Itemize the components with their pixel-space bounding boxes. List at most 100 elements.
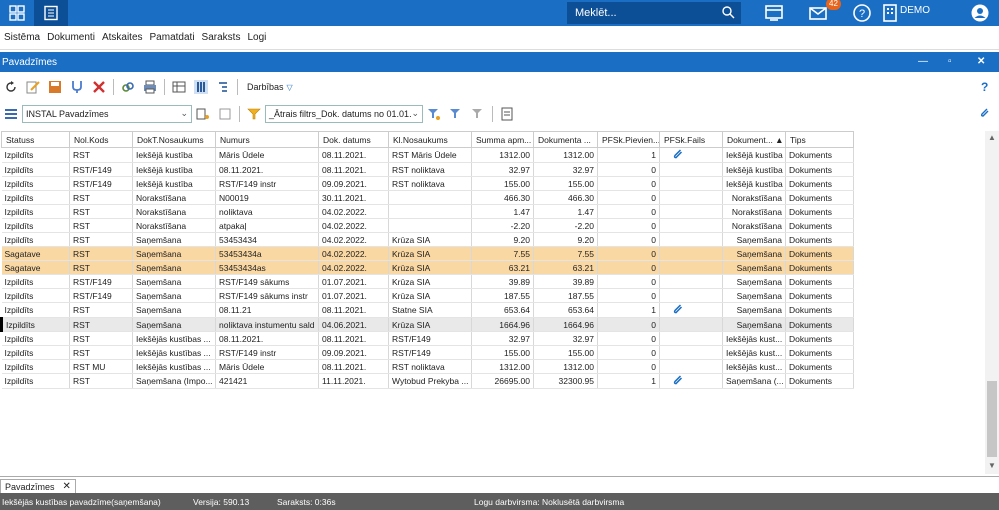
- search-icon[interactable]: [721, 5, 735, 19]
- scroll-up-icon[interactable]: ▲: [988, 133, 996, 142]
- cell-sum: -2.20: [471, 218, 534, 233]
- cell-date: 08.11.2021.: [318, 162, 389, 177]
- vertical-scrollbar[interactable]: ▲ ▼: [985, 131, 999, 474]
- column-header-date[interactable]: Dok. datums: [318, 131, 389, 148]
- table-row[interactable]: Izpildīts RST Iekšējā kustība Māris Ūdele 08…: [1, 147, 854, 163]
- scroll-down-icon[interactable]: ▼: [988, 461, 996, 470]
- table-row[interactable]: Izpildīts RST Saņemšana noliktava instument…: [0, 317, 854, 332]
- table-row[interactable]: Izpildīts RST Iekšējās kustības ... 08.11.2…: [1, 331, 854, 346]
- column-header-docname[interactable]: Dokument... ▲: [722, 131, 786, 148]
- column-header-client[interactable]: Kl.Nosaukums: [388, 131, 472, 148]
- table-row[interactable]: Izpildīts RST Norakstīšana N00019 30.11.2021…: [1, 190, 854, 205]
- cell-number: 08.11.2021.: [215, 331, 319, 346]
- filter-edit-icon[interactable]: [427, 107, 441, 121]
- apps-grid-button[interactable]: [0, 0, 34, 26]
- documents-button[interactable]: [34, 0, 68, 26]
- table-row[interactable]: Izpildīts RST Saņemšana 08.11.21 08.11.2021.…: [1, 302, 854, 318]
- tree-view-icon[interactable]: [216, 80, 230, 94]
- delete-icon[interactable]: [92, 80, 106, 94]
- cell-number: 53453434: [215, 232, 319, 247]
- print-icon[interactable]: [143, 80, 157, 94]
- columns-view-icon[interactable]: [194, 80, 208, 94]
- help-icon[interactable]: ?: [981, 80, 988, 94]
- column-header-number[interactable]: Numurs: [215, 131, 319, 148]
- maximize-button[interactable]: ▫: [948, 56, 952, 67]
- quick-filter-select[interactable]: _Ātrais filtrs_Dok. datums no 01.01. ⌄: [265, 105, 423, 123]
- table-row[interactable]: Sagatave RST Saņemšana 53453434as 04.02.2022…: [1, 260, 854, 275]
- cell-attached: 0: [597, 176, 660, 191]
- attachment-icon[interactable]: [978, 106, 992, 120]
- scrollbar-thumb[interactable]: [987, 381, 997, 457]
- report-icon[interactable]: [500, 107, 514, 121]
- table-row[interactable]: Izpildīts RST MU Iekšējās kustības ... Māri…: [1, 359, 854, 374]
- menu-item-reports[interactable]: Atskaites: [102, 32, 143, 43]
- table-row[interactable]: Izpildīts RST Saņemšana (Impo... 421421 11.1…: [1, 373, 854, 389]
- paperclip-icon[interactable]: [672, 148, 684, 160]
- table-row[interactable]: Izpildīts RST/F149 Iekšējā kustība 08.11.20…: [1, 162, 854, 177]
- menu-item-system[interactable]: Sistēma: [4, 32, 40, 43]
- layout-select[interactable]: INSTAL Pavadzīmes ⌄: [22, 105, 192, 123]
- save-icon[interactable]: [48, 80, 62, 94]
- close-tab-icon[interactable]: ✕: [63, 481, 71, 492]
- cell-docsum: -2.20: [533, 218, 598, 233]
- cell-doctype: Iekšējā kustība: [132, 176, 216, 191]
- table-row[interactable]: Izpildīts RST/F149 Iekšējā kustība RST/F149…: [1, 176, 854, 191]
- edit-icon[interactable]: [26, 80, 40, 94]
- search-input[interactable]: Meklēt...: [567, 2, 741, 24]
- menu-item-master-data[interactable]: Pamatdati: [150, 32, 195, 43]
- table-row[interactable]: Izpildīts RST Norakstīšana atpakaļ 04.02.202…: [1, 218, 854, 233]
- cell-type: Dokuments: [785, 331, 854, 346]
- layout-settings-icon[interactable]: [196, 107, 210, 121]
- filter-apply-icon[interactable]: [449, 107, 463, 121]
- refresh-icon[interactable]: [4, 80, 18, 94]
- search-placeholder: Meklēt...: [575, 7, 617, 19]
- paperclip-icon[interactable]: [672, 374, 684, 386]
- column-header-sum[interactable]: Summa apm...: [471, 131, 534, 148]
- table-row[interactable]: Izpildīts RST Norakstīšana noliktava 04.02.2…: [1, 204, 854, 219]
- paperclip-icon[interactable]: [672, 303, 684, 315]
- status-version: Versija: 590.13: [193, 497, 250, 507]
- tab-pavadzimes[interactable]: Pavadzīmes ✕: [0, 479, 76, 493]
- column-header-type[interactable]: Tips: [785, 131, 854, 148]
- minimize-button[interactable]: —: [918, 56, 928, 67]
- menu-item-list[interactable]: Saraksts: [202, 32, 241, 43]
- column-header-doctype[interactable]: DokT.Nosaukums: [132, 131, 216, 148]
- company-name[interactable]: DEMO: [900, 5, 930, 16]
- actions-menu-label[interactable]: Darbības: [247, 82, 284, 92]
- layout-save-icon[interactable]: [218, 107, 232, 121]
- table-row[interactable]: Izpildīts RST Saņemšana 53453434 04.02.2022.…: [1, 232, 854, 247]
- svg-text:?: ?: [859, 8, 865, 20]
- cell-docname: Saņemšana: [722, 246, 786, 261]
- cell-client: Krūza SIA: [388, 317, 472, 332]
- cell-number: RST/F149 instr: [215, 345, 319, 360]
- filter-clear-icon[interactable]: [471, 107, 485, 121]
- list-view-icon[interactable]: [172, 80, 186, 94]
- table-row[interactable]: Izpildīts RST Iekšējās kustības ... RST/F14…: [1, 345, 854, 360]
- table-row[interactable]: Izpildīts RST/F149 Saņemšana RST/F149 sākum…: [1, 288, 854, 303]
- cell-status: Izpildīts: [1, 162, 70, 177]
- window-layout-icon[interactable]: [764, 3, 784, 23]
- column-header-status[interactable]: Statuss: [1, 131, 70, 148]
- column-header-attached[interactable]: PFSk.Pievien...: [597, 131, 660, 148]
- table-row[interactable]: Sagatave RST Saņemšana 53453434a 04.02.2022.…: [1, 246, 854, 261]
- cell-status: Izpildīts: [1, 232, 70, 247]
- column-header-code[interactable]: Nol.Kods: [69, 131, 133, 148]
- cell-sum: 32.97: [471, 162, 534, 177]
- close-window-button[interactable]: ✕: [977, 56, 985, 67]
- menu-item-windows[interactable]: Logi: [247, 32, 266, 43]
- table-row[interactable]: Izpildīts RST/F149 Saņemšana RST/F149 sākum…: [1, 274, 854, 289]
- cell-date: 11.11.2021.: [318, 373, 389, 389]
- filter-icon[interactable]: [247, 107, 261, 121]
- chevron-down-icon[interactable]: ▽: [287, 83, 293, 92]
- link-icon[interactable]: [121, 80, 135, 94]
- chevron-down-icon[interactable]: ⌄: [180, 108, 188, 119]
- merge-icon[interactable]: [70, 80, 84, 94]
- menu-item-documents[interactable]: Dokumenti: [47, 32, 95, 43]
- column-header-file[interactable]: PFSk.Fails: [659, 131, 723, 148]
- mail-icon[interactable]: [808, 3, 828, 23]
- cell-client: [388, 190, 472, 205]
- user-avatar-icon[interactable]: [970, 3, 990, 23]
- help-icon[interactable]: ?: [852, 3, 872, 23]
- column-header-docsum[interactable]: Dokumenta ...: [533, 131, 598, 148]
- chevron-down-icon[interactable]: ⌄: [411, 108, 419, 119]
